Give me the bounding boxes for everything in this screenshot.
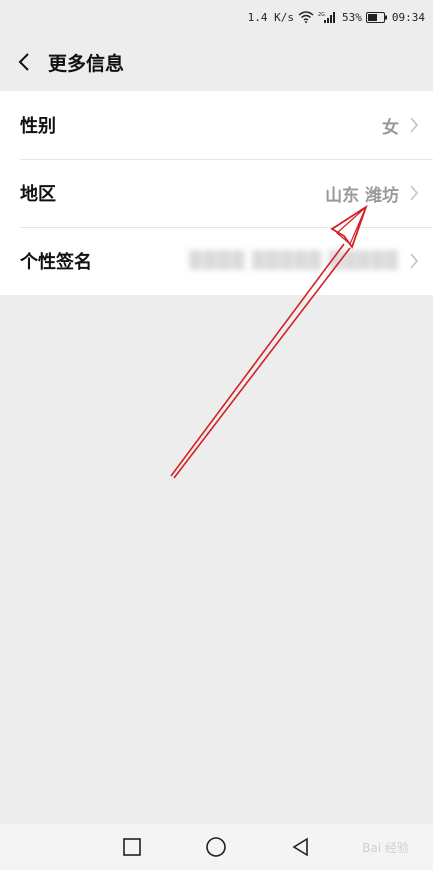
battery-icon	[365, 11, 388, 23]
row-label: 地区	[20, 184, 56, 205]
battery-percent: 53%	[342, 10, 362, 24]
screen: 1.4 K/s 2G 53% 09:34 更多信息 性别 女 地区 山东 潍坊 …	[0, 0, 433, 870]
chevron-right-icon	[410, 117, 419, 133]
nav-back-button[interactable]	[286, 832, 316, 862]
circle-icon	[206, 837, 227, 857]
header: 更多信息	[0, 34, 433, 90]
row-value-blurred: ▒▒▒▒ ▒▒▒▒▒ ▒▒▒▒▒	[189, 251, 399, 271]
wifi-icon	[298, 11, 314, 23]
row-label: 性别	[20, 116, 56, 137]
row-value: 女	[382, 117, 399, 138]
row-value: 山东 潍坊	[325, 185, 399, 206]
watermark: Bai 经验	[362, 841, 409, 855]
clock: 09:34	[391, 10, 425, 24]
signal-icon: 2G	[318, 11, 338, 23]
recent-apps-button[interactable]	[117, 832, 147, 862]
home-button[interactable]	[201, 832, 231, 862]
status-bar: 1.4 K/s 2G 53% 09:34	[0, 0, 433, 34]
row-region[interactable]: 地区 山东 潍坊	[0, 159, 433, 227]
back-button[interactable]	[0, 34, 48, 90]
triangle-back-icon	[292, 837, 308, 857]
network-speed: 1.4 K/s	[247, 10, 294, 24]
back-icon	[18, 53, 29, 71]
info-list: 性别 女 地区 山东 潍坊 个性签名 ▒▒▒▒ ▒▒▒▒▒ ▒▒▒▒▒	[0, 91, 433, 295]
chevron-right-icon	[410, 185, 419, 201]
network-type: 2G	[318, 12, 325, 18]
square-icon	[123, 838, 141, 856]
row-gender[interactable]: 性别 女	[0, 91, 433, 159]
chevron-right-icon	[410, 253, 419, 269]
row-signature[interactable]: 个性签名 ▒▒▒▒ ▒▒▒▒▒ ▒▒▒▒▒	[0, 227, 433, 295]
row-label: 个性签名	[20, 252, 92, 273]
page-title: 更多信息	[48, 52, 125, 75]
